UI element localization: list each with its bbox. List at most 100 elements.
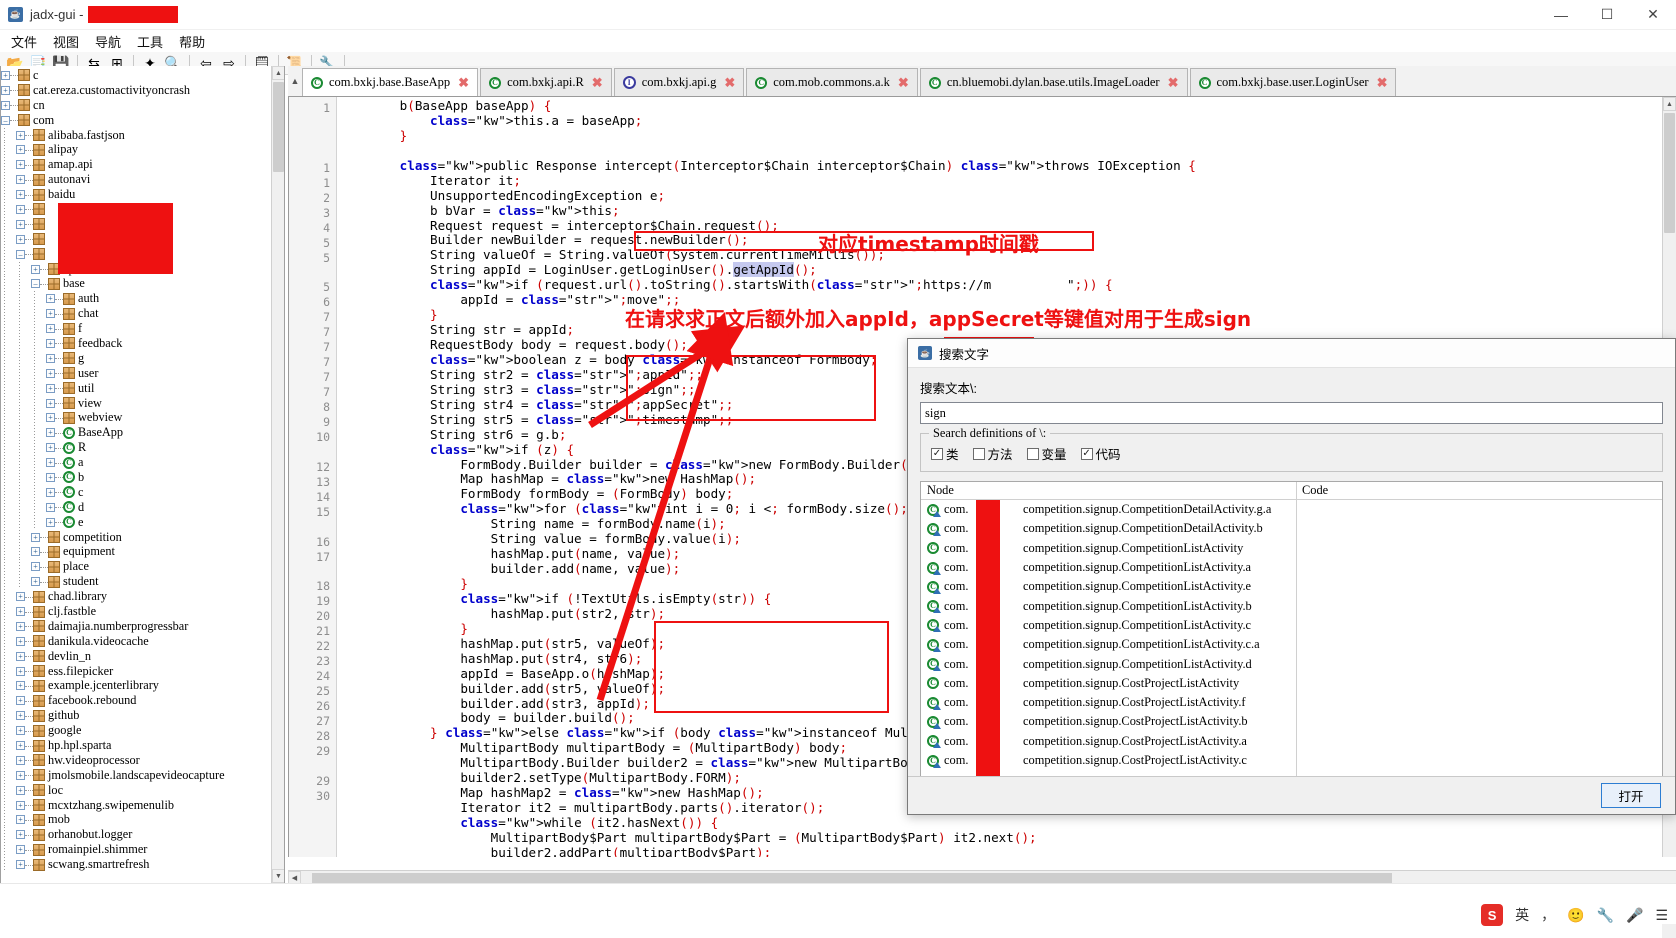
tree-node-user[interactable]: + user bbox=[1, 366, 273, 381]
search-result-row[interactable]: Ccom. competition.signup.CompetitionListA… bbox=[921, 558, 1662, 577]
search-result-row[interactable]: Ccom. competition.signup.CompetitionListA… bbox=[921, 539, 1662, 558]
tree-expand-toggle[interactable]: + bbox=[46, 309, 55, 319]
tree-expand-toggle[interactable]: + bbox=[46, 487, 55, 497]
tree-node-webview[interactable]: + webview bbox=[1, 410, 273, 426]
tree-node-mob[interactable]: + mob bbox=[1, 812, 273, 828]
open-button[interactable]: 打开 bbox=[1601, 783, 1661, 808]
search-result-row[interactable]: Ccom. competition.signup.CompetitionDetai… bbox=[921, 500, 1662, 519]
tree-node-scwang-smartrefresh[interactable]: + scwang.smartrefresh bbox=[1, 857, 273, 873]
tree-expand-toggle[interactable]: + bbox=[46, 502, 55, 512]
tree-expand-toggle[interactable]: + bbox=[16, 130, 25, 140]
tree-node-chad-library[interactable]: + chad.library bbox=[1, 589, 273, 605]
maximize-button[interactable]: ☐ bbox=[1584, 0, 1630, 30]
code-hscroll-thumb[interactable] bbox=[312, 873, 1392, 883]
ime-tools-icon[interactable]: 🔧 bbox=[1597, 907, 1614, 924]
search-option-0[interactable]: ✓ 类 bbox=[931, 444, 959, 463]
ime-menu-icon[interactable]: ☰ bbox=[1655, 907, 1668, 924]
ime-emoji-icon[interactable]: 🙂 bbox=[1567, 907, 1584, 924]
ime-logo-icon[interactable]: S bbox=[1481, 904, 1504, 926]
tree-expand-toggle[interactable]: + bbox=[16, 830, 25, 840]
search-result-row[interactable]: Ccom. competition.signup.CompetitionListA… bbox=[921, 635, 1662, 654]
tree-node-orhanobut-logger[interactable]: + orhanobut.logger bbox=[1, 827, 273, 843]
editor-tab-5[interactable]: Ccom.bxkj.base.user.LoginUser ✖ bbox=[1189, 68, 1397, 96]
tree-expand-toggle[interactable]: + bbox=[16, 785, 25, 795]
checkbox[interactable] bbox=[972, 447, 985, 460]
tree-node-alibaba-fastjson[interactable]: + alibaba.fastjson bbox=[1, 128, 273, 143]
checkbox[interactable]: ✓ bbox=[931, 447, 943, 460]
tree-node-d[interactable]: + Cd bbox=[1, 500, 273, 515]
tree-expand-toggle[interactable]: + bbox=[16, 860, 25, 870]
code-scroll-up-arrow[interactable]: ▲ bbox=[1663, 97, 1676, 111]
search-results-table[interactable]: Node Code Ccom. competition.signup.Compet… bbox=[920, 481, 1663, 781]
tree-node-hw-videoprocessor[interactable]: + hw.videoprocessor bbox=[1, 753, 273, 768]
column-header-code[interactable]: Code bbox=[1296, 482, 1662, 499]
menu-item-2[interactable]: 导航 bbox=[88, 30, 128, 53]
menu-item-3[interactable]: 工具 bbox=[130, 30, 170, 53]
tree-expand-toggle[interactable]: + bbox=[16, 219, 25, 229]
search-result-row[interactable]: Ccom. competition.signup.CompetitionListA… bbox=[921, 577, 1662, 596]
search-result-row[interactable]: Ccom. competition.signup.CostProjectListA… bbox=[921, 712, 1662, 731]
search-result-row[interactable]: Ccom. competition.signup.CompetitionListA… bbox=[921, 596, 1662, 615]
tree-node-com[interactable]: – com bbox=[1, 113, 273, 128]
tree-expand-toggle[interactable]: + bbox=[46, 368, 55, 378]
ime-lang-label[interactable]: 英 bbox=[1515, 905, 1529, 925]
ime-comma-icon[interactable]: ， bbox=[1541, 905, 1555, 925]
tree-expand-toggle[interactable]: + bbox=[16, 666, 25, 676]
tree-node-equipment[interactable]: + equipment bbox=[1, 544, 273, 560]
menu-item-4[interactable]: 帮助 bbox=[172, 30, 212, 53]
editor-tab-4[interactable]: Ccn.bluemobi.dylan.base.utils.ImageLoade… bbox=[919, 68, 1188, 96]
tree-expand-toggle[interactable]: + bbox=[46, 443, 55, 453]
tree-expand-toggle[interactable]: + bbox=[16, 636, 25, 646]
tree-expand-toggle[interactable]: + bbox=[16, 234, 25, 244]
tree-node-alipay[interactable]: + alipay bbox=[1, 142, 273, 158]
search-result-row[interactable]: Ccom. competition.signup.CostProjectListA… bbox=[921, 751, 1662, 770]
tree-expand-toggle[interactable]: + bbox=[46, 353, 55, 363]
column-separator[interactable] bbox=[1296, 482, 1297, 780]
search-option-1[interactable]: 方法 bbox=[972, 444, 1013, 463]
tree-node-chat[interactable]: + chat bbox=[1, 306, 273, 322]
column-header-node[interactable]: Node bbox=[921, 482, 1296, 499]
ime-mic-icon[interactable]: 🎤 bbox=[1626, 907, 1643, 924]
tree-expand-toggle[interactable]: + bbox=[16, 175, 25, 185]
tree-node-place[interactable]: + place bbox=[1, 559, 273, 575]
tree-expand-toggle[interactable]: + bbox=[16, 711, 25, 721]
tree-expand-toggle[interactable]: + bbox=[31, 264, 40, 274]
tree-expand-toggle[interactable]: + bbox=[46, 383, 55, 393]
tree-expand-toggle[interactable]: + bbox=[16, 621, 25, 631]
tree-expand-toggle[interactable]: + bbox=[31, 562, 40, 572]
tree-expand-toggle[interactable]: + bbox=[46, 458, 55, 468]
tree-node-cn[interactable]: + cn bbox=[1, 98, 273, 113]
close-tab-icon[interactable]: ✖ bbox=[458, 75, 469, 91]
tree-node-base[interactable]: – base bbox=[1, 276, 273, 292]
search-option-2[interactable]: 变量 bbox=[1026, 444, 1067, 463]
tree-node-clj-fastble[interactable]: + clj.fastble bbox=[1, 604, 273, 619]
tree-expand-toggle[interactable]: + bbox=[46, 338, 55, 348]
tree-node-danikula-videocache[interactable]: + danikula.videocache bbox=[1, 634, 273, 649]
tree-expand-toggle[interactable]: + bbox=[16, 755, 25, 765]
code-scroll-thumb[interactable] bbox=[1664, 113, 1675, 233]
tree-expand-toggle[interactable]: + bbox=[16, 160, 25, 170]
tree-expand-toggle[interactable]: + bbox=[1, 85, 10, 95]
tree-expand-toggle[interactable]: + bbox=[16, 726, 25, 736]
close-tab-icon[interactable]: ✖ bbox=[898, 75, 909, 91]
menu-item-0[interactable]: 文件 bbox=[4, 30, 44, 53]
search-result-row[interactable]: Ccom. competition.signup.CompetitionListA… bbox=[921, 616, 1662, 635]
tree-expand-toggle[interactable]: + bbox=[46, 472, 55, 482]
tree-node-a[interactable]: + Ca bbox=[1, 455, 273, 471]
tree-node-example-jcenterlibrary[interactable]: + example.jcenterlibrary bbox=[1, 678, 273, 694]
close-tab-icon[interactable]: ✖ bbox=[1377, 75, 1388, 91]
search-result-row[interactable]: Ccom. competition.signup.CostProjectListA… bbox=[921, 693, 1662, 712]
tree-node-google[interactable]: + google bbox=[1, 723, 273, 739]
tree-node-ess-filepicker[interactable]: + ess.filepicker bbox=[1, 664, 273, 679]
search-input[interactable]: sign bbox=[920, 402, 1663, 424]
tree-expand-toggle[interactable]: – bbox=[31, 279, 40, 289]
tree-node-mcxtzhang-swipemenulib[interactable]: + mcxtzhang.swipemenulib bbox=[1, 798, 273, 813]
tree-expand-toggle[interactable]: + bbox=[1, 70, 10, 80]
tree-node-amap-api[interactable]: + amap.api bbox=[1, 157, 273, 173]
tree-expand-toggle[interactable]: – bbox=[16, 249, 25, 259]
tree-node-loc[interactable]: + loc bbox=[1, 783, 273, 798]
search-option-3[interactable]: ✓ 代码 bbox=[1080, 444, 1121, 463]
tree-expand-toggle[interactable]: + bbox=[16, 681, 25, 691]
tree-expand-toggle[interactable]: – bbox=[1, 115, 10, 125]
tree-node-daimajia-numberprogressbar[interactable]: + daimajia.numberprogressbar bbox=[1, 619, 273, 634]
